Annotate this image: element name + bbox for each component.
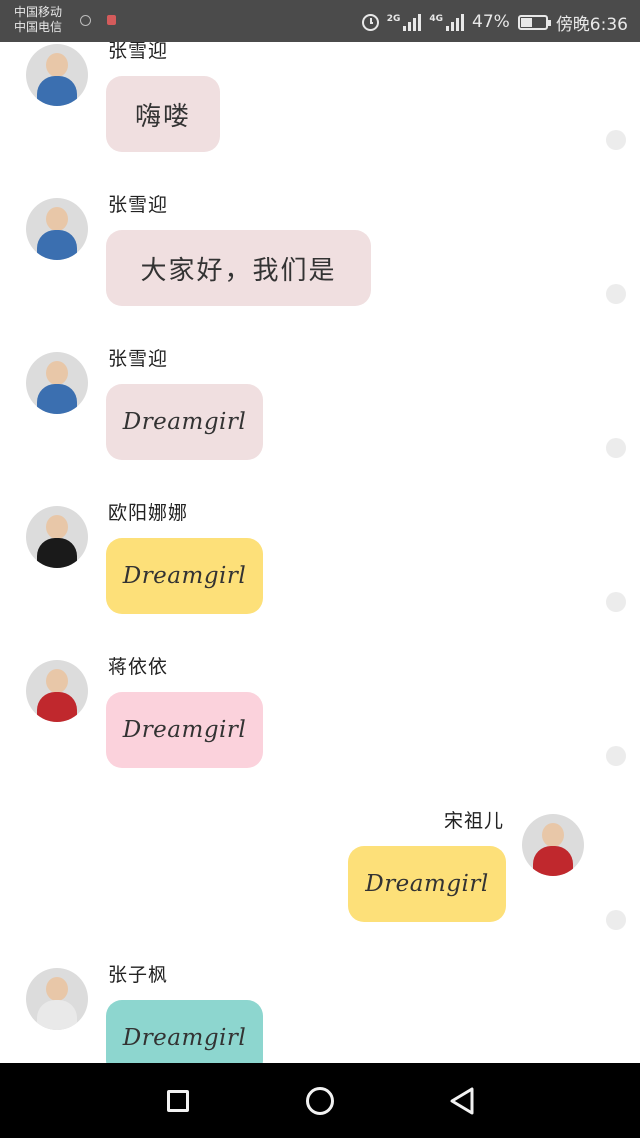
avatar[interactable] — [522, 814, 584, 876]
sender-name: 张雪迎 — [108, 348, 169, 370]
chat-message: 张雪迎 嗨喽 — [0, 42, 640, 186]
avatar[interactable] — [26, 352, 88, 414]
chat-message: 张子枫 Dreamgirl — [0, 956, 640, 1063]
read-status-icon — [606, 746, 626, 766]
sim-icon — [80, 15, 91, 26]
notification-icon — [107, 15, 116, 25]
signal-icon: 2G — [386, 13, 422, 31]
read-status-icon — [606, 130, 626, 150]
avatar[interactable] — [26, 506, 88, 568]
alarm-icon — [361, 13, 379, 31]
sender-name: 张雪迎 — [108, 42, 169, 62]
carrier-info: 中国移动 中国电信 — [14, 5, 62, 35]
carrier-line-2: 中国电信 — [14, 20, 63, 34]
square-icon — [167, 1090, 189, 1112]
message-bubble[interactable]: 大家好，我们是 — [106, 230, 371, 306]
home-button[interactable] — [302, 1083, 338, 1119]
sender-name: 宋祖儿 — [443, 810, 504, 832]
read-status-icon — [606, 284, 626, 304]
read-status-icon — [606, 910, 626, 930]
avatar[interactable] — [26, 968, 88, 1030]
clock: 傍晚6:36 — [555, 14, 628, 35]
avatar[interactable] — [26, 660, 88, 722]
message-bubble[interactable]: Dreamgirl — [106, 1000, 263, 1063]
message-bubble[interactable]: Dreamgirl — [106, 692, 263, 768]
signal-label: 4G — [429, 13, 444, 24]
avatar[interactable] — [26, 198, 88, 260]
avatar[interactable] — [26, 44, 88, 106]
chat-message: 张雪迎 大家好，我们是 — [0, 186, 640, 340]
back-triangle-icon — [450, 1087, 474, 1115]
sender-name: 欧阳娜娜 — [108, 502, 189, 524]
navigation-bar — [0, 1063, 640, 1138]
battery-level — [520, 17, 533, 27]
chat-message: 欧阳娜娜 Dreamgirl — [0, 494, 640, 648]
chat-message: 宋祖儿 Dreamgirl — [0, 802, 640, 956]
chat-message: 张雪迎 Dreamgirl — [0, 340, 640, 494]
message-bubble[interactable]: Dreamgirl — [348, 846, 506, 922]
sender-name: 蒋依依 — [108, 656, 169, 678]
circle-icon — [306, 1087, 334, 1115]
sender-name: 张雪迎 — [108, 194, 169, 216]
battery-icon — [517, 14, 551, 30]
signal-icon: 4G — [429, 13, 465, 31]
message-bubble[interactable]: Dreamgirl — [106, 384, 263, 460]
carrier-line-1: 中国移动 — [14, 5, 63, 19]
chat-list[interactable]: 张雪迎 嗨喽 张雪迎 大家好，我们是 张雪迎 Dreamgirl 欧阳娜娜 Dr… — [0, 42, 640, 1063]
read-status-icon — [606, 438, 626, 458]
status-icons: 2G 4G 47% 傍晚6:36 — [361, 8, 628, 36]
message-bubble[interactable]: 嗨喽 — [106, 76, 220, 152]
battery-percent: 47% — [472, 12, 510, 32]
status-bar: 中国移动 中国电信 2G 4G 47% 傍晚6:36 — [0, 0, 640, 42]
chat-message: 蒋依依 Dreamgirl — [0, 648, 640, 802]
sender-name: 张子枫 — [108, 964, 169, 986]
signal-label: 2G — [386, 13, 401, 24]
back-button[interactable] — [444, 1083, 480, 1119]
recent-apps-button[interactable] — [160, 1083, 196, 1119]
message-bubble[interactable]: Dreamgirl — [106, 538, 263, 614]
read-status-icon — [606, 592, 626, 612]
